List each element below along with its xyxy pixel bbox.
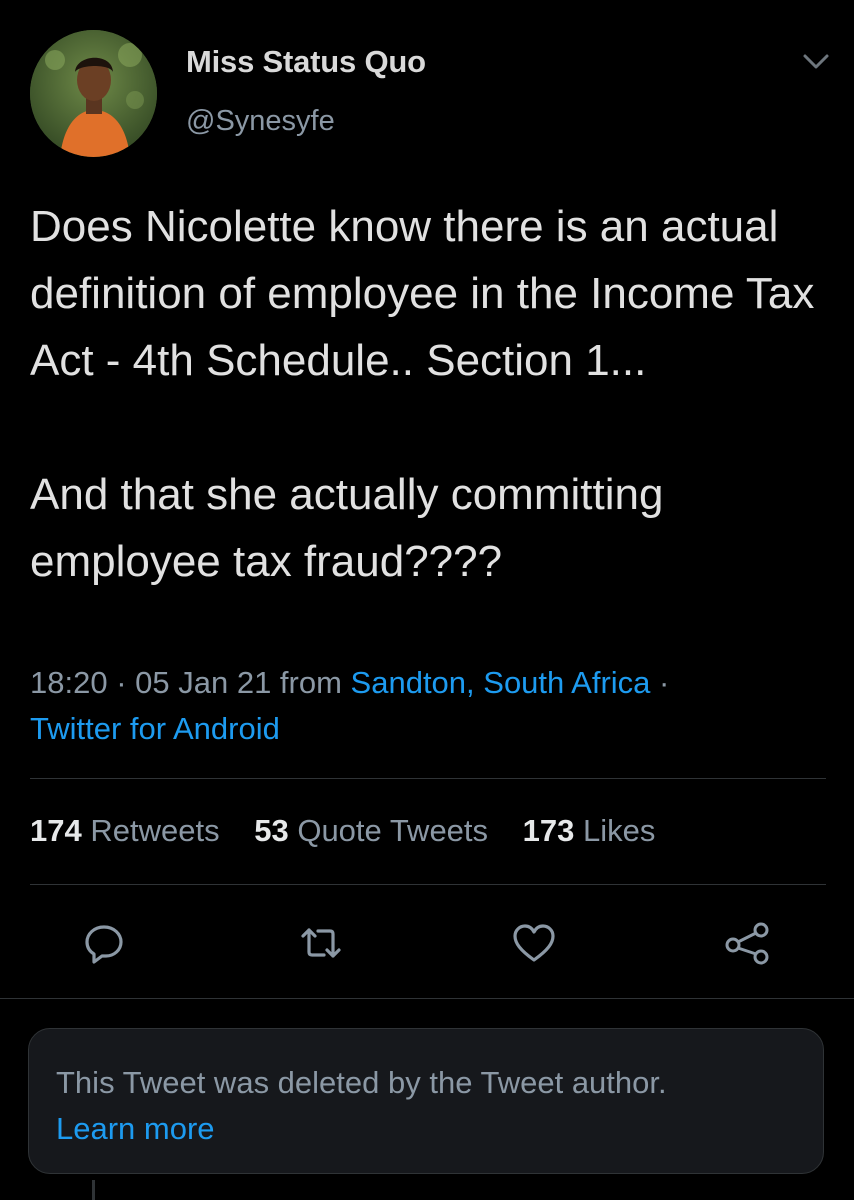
divider xyxy=(0,998,854,999)
quotes-stat[interactable]: 53 Quote Tweets xyxy=(254,813,488,848)
meta-separator: · xyxy=(107,665,136,700)
meta-separator: · xyxy=(650,665,670,700)
avatar-photo-icon xyxy=(30,30,157,157)
quotes-count: 53 xyxy=(254,813,289,848)
likes-label: Likes xyxy=(583,813,656,848)
retweets-count: 174 xyxy=(30,813,82,848)
like-button[interactable] xyxy=(510,919,558,967)
tweet-paragraph: Does Nicolette know there is an actual d… xyxy=(30,202,815,385)
tweet-date[interactable]: 05 Jan 21 xyxy=(135,665,271,700)
retweet-button[interactable] xyxy=(297,919,345,967)
learn-more-link[interactable]: Learn more xyxy=(56,1106,215,1152)
retweets-label: Retweets xyxy=(90,813,220,848)
heart-icon xyxy=(513,924,555,962)
author-display-name[interactable]: Miss Status Quo xyxy=(186,44,426,80)
from-label: from xyxy=(271,665,351,700)
divider xyxy=(30,884,826,885)
location-link[interactable]: Sandton, South Africa xyxy=(351,665,651,700)
share-button[interactable] xyxy=(723,919,771,967)
likes-count: 173 xyxy=(522,813,575,848)
reply-button[interactable] xyxy=(80,919,128,967)
share-icon xyxy=(725,922,769,965)
avatar[interactable] xyxy=(30,30,157,157)
retweet-icon xyxy=(301,928,341,958)
author-handle[interactable]: @Synesyfe xyxy=(186,105,335,138)
thread-line xyxy=(92,1180,95,1200)
quotes-label: Quote Tweets xyxy=(297,813,489,848)
retweets-stat[interactable]: 174 Retweets xyxy=(30,813,220,848)
tweet-meta: 18:20 · 05 Jan 21 from Sandton, South Af… xyxy=(30,660,830,752)
reply-icon xyxy=(85,925,123,964)
source-link[interactable]: Twitter for Android xyxy=(30,711,280,746)
divider xyxy=(30,778,826,779)
tweet-time[interactable]: 18:20 xyxy=(30,665,108,700)
engagement-stats: 174 Retweets 53 Quote Tweets 173 Likes xyxy=(30,813,681,849)
likes-stat[interactable]: 173 Likes xyxy=(523,813,656,848)
tweet-paragraph: And that she actually committing employe… xyxy=(30,470,664,586)
tweet-text: Does Nicolette know there is an actual d… xyxy=(30,193,830,595)
deleted-tweet-text: This Tweet was deleted by the Tweet auth… xyxy=(56,1065,667,1100)
chevron-down-icon[interactable] xyxy=(800,48,832,76)
